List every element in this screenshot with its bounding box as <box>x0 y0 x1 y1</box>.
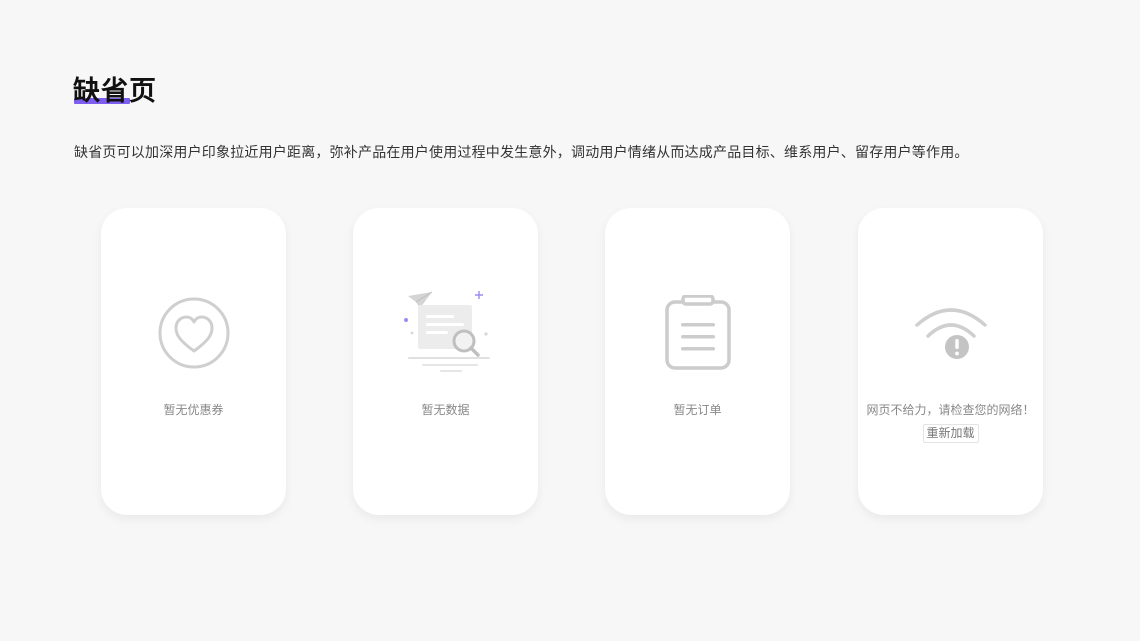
empty-state-message: 网页不给力，请检查您的网络！ <box>866 403 1035 417</box>
heart-circle-icon <box>101 288 286 378</box>
empty-state-message: 暂无数据 <box>421 403 470 417</box>
empty-state-card-orders: 暂无订单 <box>605 208 790 515</box>
document-search-icon <box>353 288 538 378</box>
reload-button[interactable]: 重新加载 <box>922 424 979 443</box>
empty-state-card-data: 暂无数据 <box>353 208 538 515</box>
wifi-error-icon <box>858 288 1043 378</box>
empty-state-message: 暂无优惠券 <box>163 403 224 417</box>
empty-state-card-coupons: 暂无优惠券 <box>101 208 286 515</box>
empty-state-message: 暂无订单 <box>673 403 722 417</box>
page-title: 缺省页 <box>73 76 157 107</box>
page-description: 缺省页可以加深用户印象拉近用户距离，弥补产品在用户使用过程中发生意外，调动用户情… <box>74 145 969 161</box>
page-title-block: 缺省页 <box>73 74 157 110</box>
empty-state-card-network: 网页不给力，请检查您的网络！ 重新加载 <box>858 208 1043 515</box>
clipboard-icon <box>605 288 790 378</box>
